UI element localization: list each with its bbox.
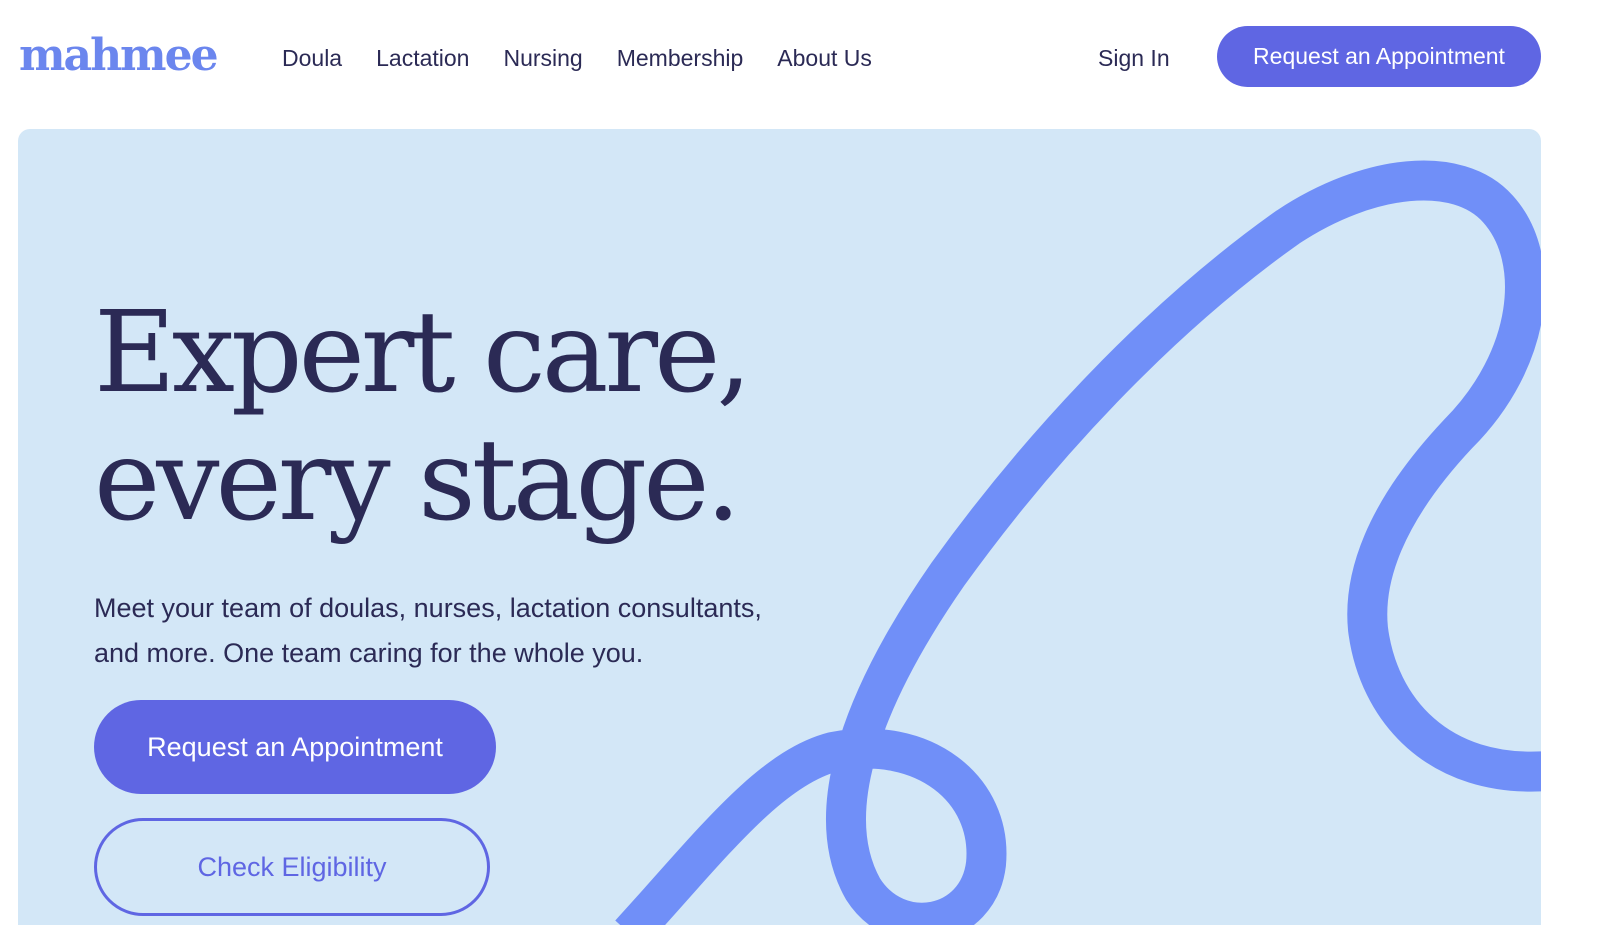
nav-item-about-us[interactable]: About Us bbox=[777, 45, 872, 72]
hero-headline: Expert care, every stage. bbox=[94, 289, 894, 545]
nav-item-membership[interactable]: Membership bbox=[617, 45, 744, 72]
hero-request-appointment-button[interactable]: Request an Appointment bbox=[94, 700, 496, 794]
logo[interactable]: mahmee bbox=[19, 26, 219, 86]
nav-item-doula[interactable]: Doula bbox=[282, 45, 342, 72]
nav-item-nursing[interactable]: Nursing bbox=[503, 45, 582, 72]
check-eligibility-button[interactable]: Check Eligibility bbox=[94, 818, 490, 916]
hero-subtext-line-2: and more. One team caring for the whole … bbox=[94, 638, 644, 668]
hero-section: Expert care, every stage. Meet your team… bbox=[18, 129, 1541, 925]
hero-subtext: Meet your team of doulas, nurses, lactat… bbox=[94, 586, 874, 676]
hero-subtext-line-1: Meet your team of doulas, nurses, lactat… bbox=[94, 593, 762, 623]
hero-headline-line-2: every stage. bbox=[94, 416, 741, 546]
main-nav: Doula Lactation Nursing Membership About… bbox=[282, 38, 906, 78]
sign-in-link[interactable]: Sign In bbox=[1098, 38, 1170, 78]
hero-headline-line-1: Expert care, bbox=[94, 288, 752, 418]
site-header: mahmee Doula Lactation Nursing Membershi… bbox=[0, 0, 1600, 115]
header-request-appointment-button[interactable]: Request an Appointment bbox=[1217, 26, 1541, 87]
nav-item-lactation[interactable]: Lactation bbox=[376, 45, 469, 72]
